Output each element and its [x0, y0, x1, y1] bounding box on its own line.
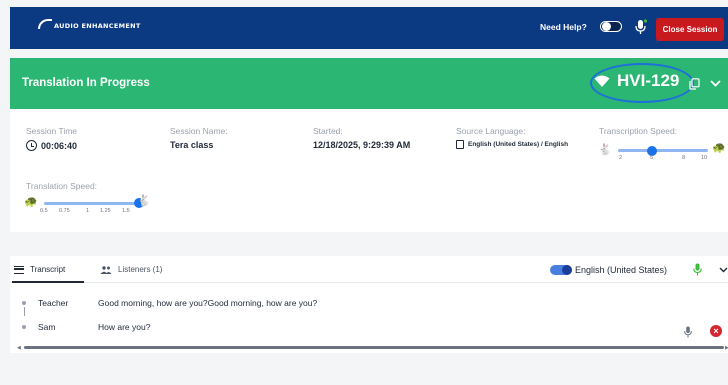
top-bar: AUDIO ENHANCEMENT Need Help? Close Sessi… [10, 7, 728, 49]
page: AUDIO ENHANCEMENT Need Help? Close Sessi… [0, 0, 728, 385]
transcription-speed-label: Transcription Speed: [599, 126, 678, 136]
list-item: Teacher Good morning, how are you?Good m… [10, 296, 728, 310]
tick-label: 5 [650, 155, 654, 161]
logo: AUDIO ENHANCEMENT [38, 19, 141, 31]
wifi-icon [594, 75, 610, 87]
list-item: Sam How are you? [10, 320, 728, 334]
copy-icon[interactable] [689, 78, 700, 90]
users-icon [100, 265, 112, 274]
session-time-value: 00:06:40 [41, 140, 78, 151]
tick-label: 10 [701, 155, 708, 161]
session-name-field: Session Name: Tera class [170, 126, 228, 150]
speaker-name: Teacher [38, 298, 69, 308]
tick-label: 8 [682, 155, 686, 161]
speaker-name: Sam [38, 322, 56, 332]
tick-label: 0.5 [40, 208, 48, 214]
source-language-label: Source Language: [456, 126, 526, 136]
slider-handle[interactable] [646, 145, 657, 156]
panel-tabs: Transcript Listeners (1) English (United… [10, 256, 728, 283]
bullet-icon [22, 325, 26, 329]
session-code: HVI-129 [617, 71, 680, 90]
tab-listeners-label: Listeners (1) [118, 265, 163, 274]
session-time-label: Session Time [26, 126, 78, 136]
translation-speed-field: Translation Speed: [26, 181, 97, 191]
started-value: 12/18/2025, 9:29:39 AM [313, 140, 411, 150]
session-name-label: Session Name: [170, 126, 228, 136]
divider [24, 307, 25, 316]
list-icon [14, 265, 24, 274]
translation-speed-label: Translation Speed: [26, 181, 98, 191]
microphone-icon[interactable] [635, 19, 647, 35]
session-info-card: Session Time 00:06:40 Session Name: Tera… [10, 109, 728, 232]
document-icon [456, 140, 464, 149]
tab-listeners[interactable]: Listeners (1) [100, 265, 162, 274]
slider-track [618, 149, 708, 152]
source-language-field: Source Language: English (United States)… [456, 126, 568, 149]
transcription-speed-slider[interactable]: 🐇 2 5 8 10 🐢 [598, 143, 726, 165]
chevron-down-icon[interactable] [710, 78, 721, 88]
transcript-text: How are you? [98, 322, 151, 332]
bullet-icon [22, 301, 26, 305]
session-time-value-row: 00:06:40 [26, 140, 77, 151]
dark-mode-toggle[interactable] [600, 21, 622, 32]
language-toggle[interactable] [550, 265, 572, 275]
tab-transcript-label: Transcript [30, 265, 66, 274]
scroll-left-icon[interactable]: ◀ [17, 345, 21, 351]
clock-icon [26, 140, 37, 151]
turtle-icon: 🐢 [712, 142, 726, 154]
rabbit-icon: 🐇 [598, 144, 612, 156]
tick-label: 1.25 [100, 208, 111, 214]
tab-transcript[interactable]: Transcript [14, 265, 65, 274]
transcript-text: Good morning, how are you?Good morning, … [98, 298, 318, 308]
logo-swoosh-icon [38, 19, 52, 29]
logo-text: AUDIO ENHANCEMENT [54, 22, 141, 30]
chevron-down-icon[interactable] [719, 266, 728, 274]
transcript-panel: Transcript Listeners (1) English (United… [10, 256, 728, 353]
turtle-icon: 🐢 [24, 196, 38, 208]
microphone-icon[interactable] [693, 263, 702, 276]
toggle-knob [602, 22, 611, 31]
translation-banner: Translation In Progress HVI-129 [10, 58, 728, 109]
session-name-value: Tera class [170, 140, 214, 150]
translation-speed-slider[interactable]: 🐢 0.5 0.75 1 1.25 1.5 🐇 [24, 195, 154, 217]
transcription-speed-field: Transcription Speed: [599, 126, 677, 136]
toggle-knob [562, 265, 572, 275]
close-icon[interactable]: × [710, 325, 722, 337]
tick-label: 2 [619, 155, 623, 161]
source-language-value-row: English (United States) / English [456, 140, 568, 149]
started-field: Started: 12/18/2025, 9:29:39 AM [313, 126, 410, 150]
close-session-button[interactable]: Close Session [656, 18, 724, 41]
started-label: Started: [313, 126, 343, 136]
tick-label: 0.75 [59, 208, 70, 214]
microphone-icon[interactable] [684, 326, 692, 338]
need-help-link[interactable]: Need Help? [540, 22, 587, 32]
tick-label: 1 [86, 208, 90, 214]
rabbit-icon: 🐇 [137, 195, 151, 207]
source-language-value: English (United States) / English [468, 141, 569, 148]
tick-label: 1.5 [122, 208, 130, 214]
horizontal-scrollbar[interactable] [24, 346, 724, 349]
slider-track [44, 202, 139, 205]
banner-title: Translation In Progress [22, 77, 150, 89]
active-tab-indicator [12, 281, 84, 283]
language-label: English (United States) [575, 265, 668, 275]
session-time-field: Session Time 00:06:40 [26, 126, 77, 151]
